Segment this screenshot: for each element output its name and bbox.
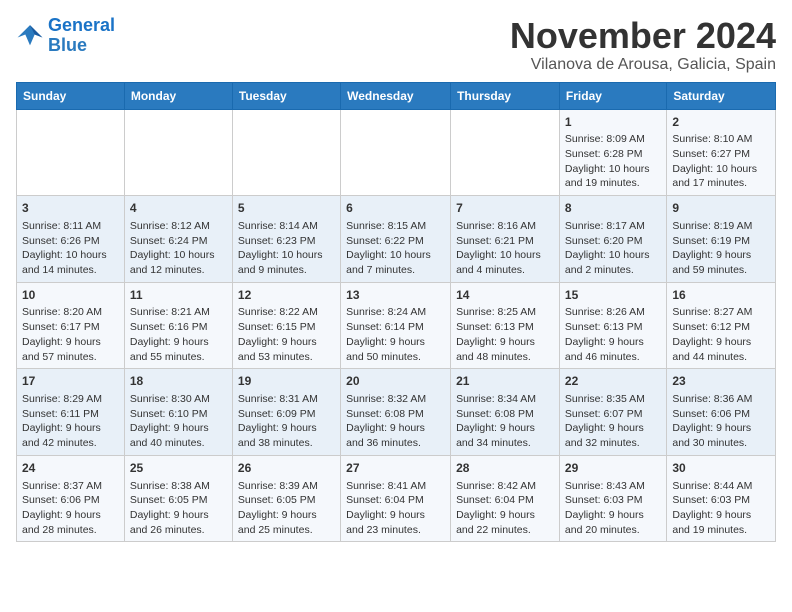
day-number: 9 <box>672 200 770 217</box>
day-number: 26 <box>238 460 335 477</box>
weekday-header-saturday: Saturday <box>667 82 776 109</box>
day-cell: 15Sunrise: 8:26 AM Sunset: 6:13 PM Dayli… <box>559 282 666 369</box>
day-number: 7 <box>456 200 554 217</box>
day-number: 30 <box>672 460 770 477</box>
weekday-header-sunday: Sunday <box>17 82 125 109</box>
week-row-2: 3Sunrise: 8:11 AM Sunset: 6:26 PM Daylig… <box>17 196 776 283</box>
day-number: 5 <box>238 200 335 217</box>
day-number: 23 <box>672 373 770 390</box>
day-cell <box>17 109 125 196</box>
day-number: 1 <box>565 114 661 131</box>
day-number: 14 <box>456 287 554 304</box>
day-cell: 28Sunrise: 8:42 AM Sunset: 6:04 PM Dayli… <box>451 455 560 542</box>
day-number: 21 <box>456 373 554 390</box>
day-number: 25 <box>130 460 227 477</box>
weekday-header-tuesday: Tuesday <box>232 82 340 109</box>
weekday-header-row: SundayMondayTuesdayWednesdayThursdayFrid… <box>17 82 776 109</box>
day-cell: 29Sunrise: 8:43 AM Sunset: 6:03 PM Dayli… <box>559 455 666 542</box>
day-number: 19 <box>238 373 335 390</box>
day-cell: 5Sunrise: 8:14 AM Sunset: 6:23 PM Daylig… <box>232 196 340 283</box>
day-cell: 26Sunrise: 8:39 AM Sunset: 6:05 PM Dayli… <box>232 455 340 542</box>
day-number: 18 <box>130 373 227 390</box>
day-cell: 7Sunrise: 8:16 AM Sunset: 6:21 PM Daylig… <box>451 196 560 283</box>
day-cell: 25Sunrise: 8:38 AM Sunset: 6:05 PM Dayli… <box>124 455 232 542</box>
day-number: 29 <box>565 460 661 477</box>
day-cell: 13Sunrise: 8:24 AM Sunset: 6:14 PM Dayli… <box>341 282 451 369</box>
day-cell: 6Sunrise: 8:15 AM Sunset: 6:22 PM Daylig… <box>341 196 451 283</box>
logo-text: General Blue <box>48 16 115 56</box>
day-cell: 12Sunrise: 8:22 AM Sunset: 6:15 PM Dayli… <box>232 282 340 369</box>
page-title: November 2024 <box>510 16 776 56</box>
day-cell: 14Sunrise: 8:25 AM Sunset: 6:13 PM Dayli… <box>451 282 560 369</box>
day-number: 11 <box>130 287 227 304</box>
logo: General Blue <box>16 16 115 56</box>
day-cell: 22Sunrise: 8:35 AM Sunset: 6:07 PM Dayli… <box>559 369 666 456</box>
day-number: 8 <box>565 200 661 217</box>
day-cell: 10Sunrise: 8:20 AM Sunset: 6:17 PM Dayli… <box>17 282 125 369</box>
day-cell <box>232 109 340 196</box>
day-cell: 8Sunrise: 8:17 AM Sunset: 6:20 PM Daylig… <box>559 196 666 283</box>
day-number: 24 <box>22 460 119 477</box>
week-row-5: 24Sunrise: 8:37 AM Sunset: 6:06 PM Dayli… <box>17 455 776 542</box>
day-cell <box>341 109 451 196</box>
day-cell: 19Sunrise: 8:31 AM Sunset: 6:09 PM Dayli… <box>232 369 340 456</box>
day-cell: 11Sunrise: 8:21 AM Sunset: 6:16 PM Dayli… <box>124 282 232 369</box>
weekday-header-wednesday: Wednesday <box>341 82 451 109</box>
day-cell: 18Sunrise: 8:30 AM Sunset: 6:10 PM Dayli… <box>124 369 232 456</box>
day-cell: 9Sunrise: 8:19 AM Sunset: 6:19 PM Daylig… <box>667 196 776 283</box>
day-cell: 23Sunrise: 8:36 AM Sunset: 6:06 PM Dayli… <box>667 369 776 456</box>
day-cell: 20Sunrise: 8:32 AM Sunset: 6:08 PM Dayli… <box>341 369 451 456</box>
day-cell: 30Sunrise: 8:44 AM Sunset: 6:03 PM Dayli… <box>667 455 776 542</box>
day-number: 17 <box>22 373 119 390</box>
week-row-3: 10Sunrise: 8:20 AM Sunset: 6:17 PM Dayli… <box>17 282 776 369</box>
day-number: 16 <box>672 287 770 304</box>
day-cell: 4Sunrise: 8:12 AM Sunset: 6:24 PM Daylig… <box>124 196 232 283</box>
day-number: 2 <box>672 114 770 131</box>
day-number: 13 <box>346 287 445 304</box>
day-cell: 17Sunrise: 8:29 AM Sunset: 6:11 PM Dayli… <box>17 369 125 456</box>
day-cell: 3Sunrise: 8:11 AM Sunset: 6:26 PM Daylig… <box>17 196 125 283</box>
day-cell <box>124 109 232 196</box>
day-number: 3 <box>22 200 119 217</box>
day-number: 27 <box>346 460 445 477</box>
title-block: November 2024 Vilanova de Arousa, Galici… <box>510 16 776 74</box>
day-number: 4 <box>130 200 227 217</box>
day-cell: 16Sunrise: 8:27 AM Sunset: 6:12 PM Dayli… <box>667 282 776 369</box>
week-row-1: 1Sunrise: 8:09 AM Sunset: 6:28 PM Daylig… <box>17 109 776 196</box>
calendar-table: SundayMondayTuesdayWednesdayThursdayFrid… <box>16 82 776 543</box>
day-cell: 21Sunrise: 8:34 AM Sunset: 6:08 PM Dayli… <box>451 369 560 456</box>
day-cell: 1Sunrise: 8:09 AM Sunset: 6:28 PM Daylig… <box>559 109 666 196</box>
weekday-header-thursday: Thursday <box>451 82 560 109</box>
day-cell: 2Sunrise: 8:10 AM Sunset: 6:27 PM Daylig… <box>667 109 776 196</box>
page-subtitle: Vilanova de Arousa, Galicia, Spain <box>510 56 776 74</box>
weekday-header-monday: Monday <box>124 82 232 109</box>
day-cell: 27Sunrise: 8:41 AM Sunset: 6:04 PM Dayli… <box>341 455 451 542</box>
weekday-header-friday: Friday <box>559 82 666 109</box>
day-number: 28 <box>456 460 554 477</box>
day-number: 10 <box>22 287 119 304</box>
day-number: 22 <box>565 373 661 390</box>
day-number: 20 <box>346 373 445 390</box>
page-header: General Blue November 2024 Vilanova de A… <box>16 16 776 74</box>
day-cell: 24Sunrise: 8:37 AM Sunset: 6:06 PM Dayli… <box>17 455 125 542</box>
day-number: 12 <box>238 287 335 304</box>
day-cell <box>451 109 560 196</box>
logo-bird-icon <box>16 22 44 50</box>
logo-line2: Blue <box>48 35 87 55</box>
logo-line1: General <box>48 15 115 35</box>
day-number: 15 <box>565 287 661 304</box>
day-number: 6 <box>346 200 445 217</box>
week-row-4: 17Sunrise: 8:29 AM Sunset: 6:11 PM Dayli… <box>17 369 776 456</box>
